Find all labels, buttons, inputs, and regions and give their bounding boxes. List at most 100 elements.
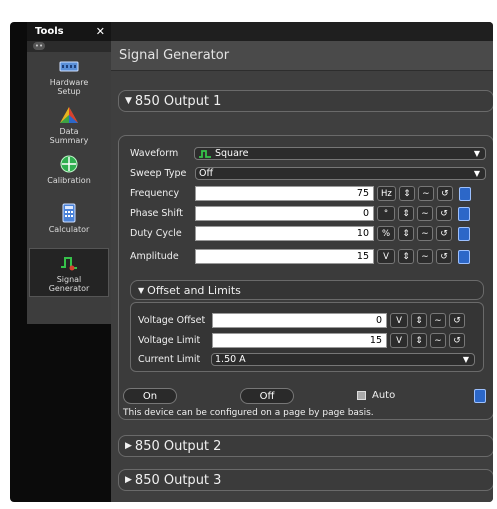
sweep-value: Off — [199, 168, 214, 179]
tool-calculator[interactable]: Calculator — [27, 199, 111, 248]
voltage-offset-unit[interactable]: V — [390, 313, 408, 328]
output1-title: 850 Output 1 — [134, 93, 222, 109]
duty-unit[interactable]: % — [377, 226, 395, 241]
signal-generator-icon — [61, 257, 77, 271]
frequency-unit[interactable]: Hz — [377, 186, 396, 201]
auto-checkbox[interactable] — [357, 391, 366, 400]
on-button[interactable]: On — [123, 388, 177, 404]
voltage-offset-row: Voltage Offset 0 V ⇕ ∼ ↺ — [138, 313, 465, 328]
chevron-right-icon: ▶ — [125, 475, 132, 485]
duty-input[interactable]: 10 — [195, 226, 374, 241]
voltage-limit-stepper[interactable]: ⇕ — [411, 333, 427, 348]
duty-calculator-icon[interactable] — [458, 226, 470, 241]
tools-subbar: •• — [27, 41, 111, 52]
phase-label: Phase Shift — [130, 208, 183, 219]
tool-label: Signal Generator — [48, 275, 90, 293]
chevron-down-icon: ▼ — [125, 96, 132, 106]
voltage-limit-sweep-button[interactable]: ∼ — [430, 333, 446, 348]
output1-panel: Waveform Square ▼ Sweep Type Off ▼ Frequ… — [118, 135, 493, 420]
app-window: Tools ✕ •• Hardware Setup Data Summary C… — [10, 22, 493, 502]
close-icon[interactable]: ✕ — [96, 25, 105, 38]
waveform-select[interactable]: Square ▼ — [194, 147, 486, 160]
sweep-row: Sweep Type Off ▼ — [130, 167, 486, 180]
voltage-limit-unit[interactable]: V — [390, 333, 408, 348]
voltage-offset-sweep-button[interactable]: ∼ — [430, 313, 446, 328]
amplitude-stepper[interactable]: ⇕ — [398, 249, 414, 264]
calculator-icon — [62, 203, 76, 223]
current-limit-select[interactable]: 1.50 A ▼ — [211, 353, 475, 366]
output2-header[interactable]: ▶ 850 Output 2 — [118, 435, 493, 457]
frequency-sweep-button[interactable]: ∼ — [417, 186, 434, 201]
voltage-offset-input[interactable]: 0 — [212, 313, 387, 328]
frequency-input[interactable]: 75 — [195, 186, 374, 201]
frequency-stepper[interactable]: ⇕ — [398, 186, 415, 201]
voltage-offset-stepper[interactable]: ⇕ — [411, 313, 427, 328]
amplitude-row: Amplitude 15 V ⇕ ∼ ↺ — [130, 249, 470, 264]
frequency-calculator-icon[interactable] — [458, 186, 471, 201]
voltage-offset-label: Voltage Offset — [138, 315, 206, 326]
amplitude-unit[interactable]: V — [377, 249, 395, 264]
output3-header[interactable]: ▶ 850 Output 3 — [118, 469, 493, 491]
tool-data-summary[interactable]: Data Summary — [27, 101, 111, 150]
voltage-limit-input[interactable]: 15 — [212, 333, 387, 348]
tools-title: Tools — [35, 26, 64, 37]
off-button[interactable]: Off — [240, 388, 294, 404]
device-note: This device can be configured on a page … — [123, 408, 374, 418]
tool-label: Hardware Setup — [49, 78, 89, 96]
amplitude-label: Amplitude — [130, 251, 179, 262]
sweep-select[interactable]: Off ▼ — [195, 167, 486, 180]
voltage-limit-link-button[interactable]: ↺ — [449, 333, 465, 348]
calibration-icon — [60, 155, 78, 173]
chevron-down-icon: ▼ — [138, 285, 145, 295]
sweep-label: Sweep Type — [130, 168, 187, 179]
tool-label: Calibration — [47, 176, 91, 185]
phase-sweep-button[interactable]: ∼ — [417, 206, 433, 221]
duty-label: Duty Cycle — [130, 228, 182, 239]
more-icon[interactable]: •• — [33, 42, 45, 50]
top-bar — [111, 22, 493, 41]
phase-calculator-icon[interactable] — [458, 206, 470, 221]
duty-stepper[interactable]: ⇕ — [398, 226, 414, 241]
chevron-down-icon: ▼ — [473, 149, 480, 158]
phase-link-button[interactable]: ↺ — [436, 206, 452, 221]
offset-limits-header[interactable]: ▼ Offset and Limits — [130, 280, 484, 300]
amplitude-sweep-button[interactable]: ∼ — [417, 249, 433, 264]
settings-calculator-icon[interactable] — [474, 389, 486, 403]
amplitude-calculator-icon[interactable] — [458, 249, 470, 264]
tool-label: Calculator — [48, 225, 90, 234]
auto-row: Auto — [357, 390, 395, 401]
current-limit-label: Current Limit — [138, 354, 201, 365]
amplitude-input[interactable]: 15 — [195, 249, 374, 264]
phase-input[interactable]: 0 — [195, 206, 374, 221]
hardware-setup-icon — [59, 61, 79, 72]
duty-row: Duty Cycle 10 % ⇕ ∼ ↺ — [130, 226, 470, 241]
output2-title: 850 Output 2 — [134, 438, 222, 454]
tool-hardware-setup[interactable]: Hardware Setup — [27, 52, 111, 101]
waveform-label: Waveform — [130, 148, 179, 159]
frequency-label: Frequency — [130, 188, 180, 199]
chevron-down-icon: ▼ — [473, 169, 480, 178]
waveform-value: Square — [215, 148, 249, 159]
signal-generator-pane: Signal Generator ▼ 850 Output 1 Waveform… — [111, 22, 493, 502]
tool-label: Data Summary — [49, 127, 89, 145]
waveform-row: Waveform Square ▼ — [130, 147, 486, 160]
duty-sweep-button[interactable]: ∼ — [417, 226, 433, 241]
phase-row: Phase Shift 0 ° ⇕ ∼ ↺ — [130, 206, 470, 221]
frequency-link-button[interactable]: ↺ — [436, 186, 453, 201]
current-limit-value: 1.50 A — [215, 354, 246, 365]
auto-label: Auto — [372, 390, 396, 401]
voltage-offset-link-button[interactable]: ↺ — [449, 313, 465, 328]
output1-header[interactable]: ▼ 850 Output 1 — [118, 90, 493, 112]
offset-limits-panel: Voltage Offset 0 V ⇕ ∼ ↺ Voltage Limit 1… — [130, 302, 484, 372]
current-limit-row: Current Limit 1.50 A ▼ — [138, 353, 475, 366]
chevron-right-icon: ▶ — [125, 441, 132, 451]
tool-signal-generator[interactable]: Signal Generator — [29, 248, 109, 297]
data-summary-icon — [60, 107, 78, 123]
tools-sidebar: Tools ✕ •• Hardware Setup Data Summary C… — [27, 22, 112, 324]
tool-calibration[interactable]: Calibration — [27, 150, 111, 199]
duty-link-button[interactable]: ↺ — [436, 226, 452, 241]
phase-unit[interactable]: ° — [377, 206, 395, 221]
frequency-row: Frequency 75 Hz ⇕ ∼ ↺ — [130, 186, 471, 201]
phase-stepper[interactable]: ⇕ — [398, 206, 414, 221]
amplitude-link-button[interactable]: ↺ — [436, 249, 452, 264]
